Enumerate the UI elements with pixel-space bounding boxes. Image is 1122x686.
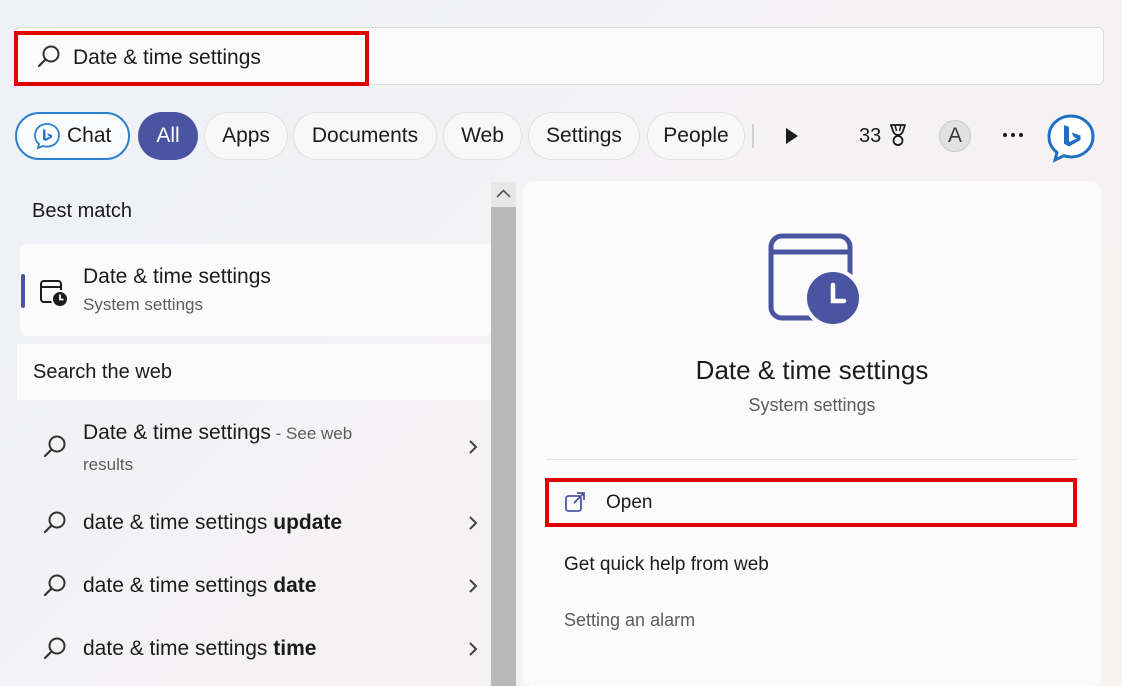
more-options-icon[interactable] — [1000, 124, 1026, 146]
best-match-result[interactable] — [20, 244, 492, 336]
chevron-right-icon — [469, 642, 478, 656]
web-result-query: date & time settings — [83, 574, 274, 597]
scrollbar-thumb[interactable] — [491, 207, 516, 686]
divider — [546, 459, 1077, 460]
date-time-settings-large-icon — [768, 233, 862, 327]
tab-settings[interactable]: Settings — [528, 112, 640, 160]
web-result-suffix-line2: results — [83, 455, 134, 474]
avatar-initial: A — [947, 124, 962, 147]
web-result-query: date & time settings — [83, 511, 274, 534]
bing-chat-icon — [34, 123, 60, 150]
bing-icon[interactable] — [1046, 113, 1096, 163]
web-result-text: date & time settings time — [83, 635, 316, 663]
avatar[interactable]: A — [939, 120, 971, 152]
search-icon — [43, 511, 66, 534]
web-result-bold: time — [273, 637, 317, 660]
trophy-icon[interactable] — [885, 122, 911, 148]
quick-help-link[interactable]: Get quick help from web — [564, 553, 769, 577]
search-the-web-heading: Search the web — [33, 361, 172, 383]
tab-all-label: All — [156, 124, 180, 147]
search-highlight-box — [14, 31, 369, 86]
selection-indicator — [21, 274, 25, 308]
tab-people[interactable]: People — [647, 112, 745, 160]
tab-apps-label: Apps — [222, 124, 270, 147]
web-result-text: date & time settings update — [83, 509, 342, 537]
tab-documents[interactable]: Documents — [293, 112, 437, 160]
search-icon — [43, 574, 66, 597]
tab-settings-label: Settings — [546, 124, 622, 147]
best-match-subtitle: System settings — [83, 295, 203, 314]
chevron-right-icon — [469, 579, 478, 593]
web-result-text: date & time settings date — [83, 572, 316, 600]
rewards-points[interactable]: 33 — [859, 124, 881, 148]
chevron-right-icon — [469, 440, 478, 454]
detail-title: Date & time settings — [695, 355, 929, 385]
tab-web[interactable]: Web — [443, 112, 522, 160]
web-result-text: Date & time settings - See web — [83, 419, 352, 448]
filter-divider — [752, 124, 754, 148]
detail-subtitle: System settings — [748, 395, 876, 415]
tab-all[interactable]: All — [138, 112, 198, 160]
tab-web-label: Web — [461, 124, 504, 147]
web-result-bold: date — [273, 574, 317, 597]
date-time-settings-icon — [40, 280, 69, 308]
tab-chat[interactable]: Chat — [15, 112, 130, 160]
web-result-query: date & time settings — [83, 637, 274, 660]
open-highlight-box — [545, 478, 1077, 527]
scroll-up-arrow-icon[interactable] — [494, 186, 513, 202]
play-more-filters-icon[interactable] — [783, 126, 801, 146]
search-icon — [43, 637, 66, 660]
web-result-suffix: - See web — [270, 424, 353, 443]
web-result-bold: update — [273, 511, 343, 534]
search-icon — [43, 435, 66, 458]
tab-chat-label: Chat — [67, 124, 112, 147]
best-match-heading: Best match — [32, 200, 133, 222]
web-result-query: Date & time settings — [83, 421, 271, 444]
chevron-right-icon — [469, 516, 478, 530]
tab-people-label: People — [663, 124, 729, 147]
tab-documents-label: Documents — [311, 124, 419, 147]
help-topic-setting-alarm[interactable]: Setting an alarm — [564, 608, 695, 632]
best-match-title: Date & time settings — [83, 265, 271, 288]
tab-apps[interactable]: Apps — [204, 112, 288, 160]
